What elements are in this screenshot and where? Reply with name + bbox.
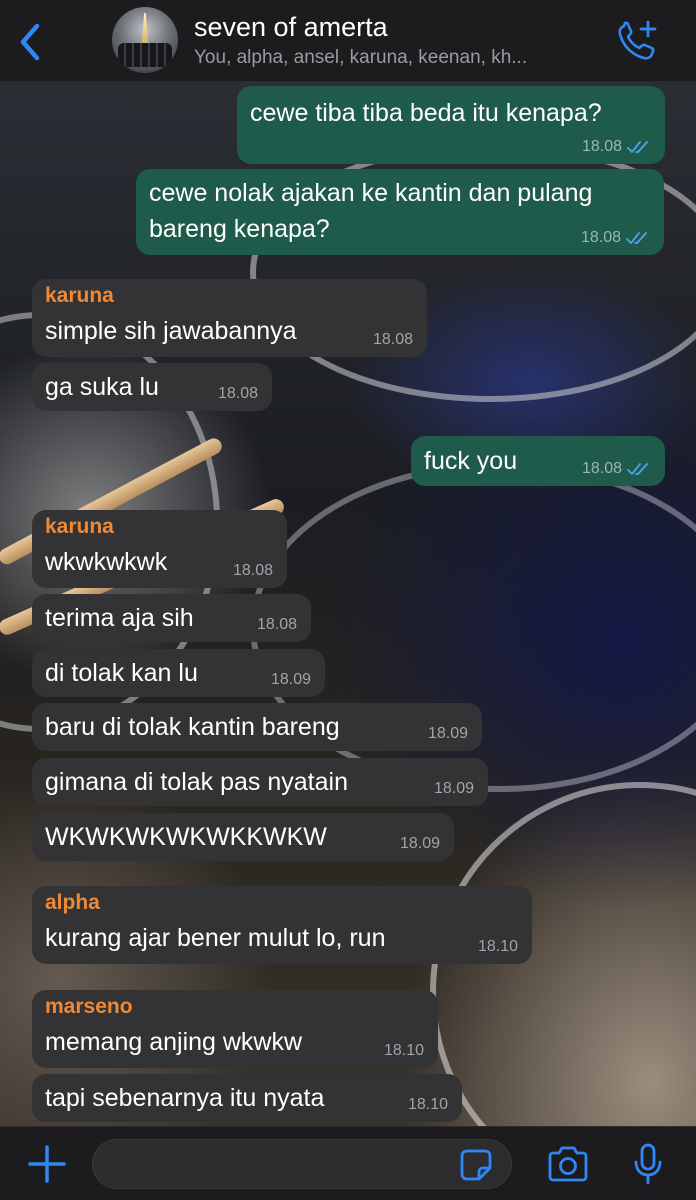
chat-participants[interactable]: You, alpha, ansel, karuna, keenan, kh... bbox=[194, 47, 604, 69]
message-time: 18.09 bbox=[270, 671, 311, 688]
message-meta: 18.08 bbox=[257, 616, 297, 634]
message-text: cewe tiba tiba beda itu kenapa? bbox=[250, 99, 602, 127]
plus-icon bbox=[28, 1145, 66, 1183]
message-time: 18.10 bbox=[477, 938, 518, 955]
message-meta: 18.09 bbox=[271, 671, 311, 689]
message-text: WKWKWKWKWKKWKW bbox=[45, 823, 327, 851]
message-text: memang anjing wkwkw bbox=[45, 1028, 303, 1056]
incoming-message[interactable]: WKWKWKWKWKKWKW 18.09 bbox=[32, 813, 454, 861]
incoming-message[interactable]: baru di tolak kantin bareng 18.09 bbox=[32, 703, 482, 751]
message-meta: 18.08 bbox=[373, 331, 413, 349]
message-meta: 18.10 bbox=[384, 1042, 424, 1060]
read-ticks-icon bbox=[627, 141, 648, 153]
message-text: ga suka lu bbox=[45, 373, 159, 401]
message-text: terima aja sih bbox=[45, 604, 194, 632]
message-time: 18.09 bbox=[433, 780, 474, 797]
message-text: wkwkwkwk bbox=[45, 548, 168, 576]
avatar-photo-detail bbox=[118, 43, 172, 67]
back-button[interactable] bbox=[10, 20, 50, 64]
incoming-message[interactable]: alpha kurang ajar bener mulut lo, run 18… bbox=[32, 886, 532, 964]
message-text: tapi sebenarnya itu nyata bbox=[45, 1084, 325, 1112]
message-meta: 18.09 bbox=[400, 835, 440, 853]
sender-name[interactable]: marseno bbox=[45, 994, 133, 1020]
message-meta: 18.08 bbox=[218, 385, 258, 403]
microphone-button[interactable] bbox=[626, 1139, 670, 1189]
message-time: 18.08 bbox=[232, 562, 273, 579]
message-input[interactable] bbox=[92, 1139, 512, 1189]
message-text: cewe nolak ajakan ke kantin dan pulang bbox=[149, 179, 593, 207]
message-time: 18.10 bbox=[407, 1096, 448, 1113]
message-time: 18.08 bbox=[580, 229, 621, 246]
sender-name[interactable]: karuna bbox=[45, 283, 114, 309]
message-text: simple sih jawabannya bbox=[45, 317, 297, 345]
message-meta: 18.10 bbox=[408, 1096, 448, 1114]
read-ticks-icon bbox=[626, 232, 647, 244]
phone-plus-icon bbox=[618, 20, 657, 60]
message-composer-bar bbox=[0, 1126, 696, 1200]
message-text: di tolak kan lu bbox=[45, 659, 198, 687]
message-meta: 18.09 bbox=[428, 725, 468, 743]
message-time: 18.09 bbox=[399, 835, 440, 852]
microphone-icon bbox=[634, 1143, 662, 1185]
outgoing-message[interactable]: fuck you 18.08 bbox=[411, 436, 665, 486]
message-text: gimana di tolak pas nyatain bbox=[45, 768, 348, 796]
message-time: 18.08 bbox=[581, 460, 622, 477]
chat-title[interactable]: seven of amerta bbox=[194, 12, 388, 43]
message-time: 18.08 bbox=[256, 616, 297, 633]
incoming-message[interactable]: ga suka lu 18.08 bbox=[32, 363, 272, 411]
message-meta: 18.08 bbox=[233, 562, 273, 580]
sticker-icon bbox=[460, 1149, 492, 1181]
incoming-message[interactable]: tapi sebenarnya itu nyata 18.10 bbox=[32, 1074, 462, 1122]
message-meta: 18.09 bbox=[434, 780, 474, 798]
sender-name[interactable]: alpha bbox=[45, 890, 100, 916]
outgoing-message[interactable]: cewe nolak ajakan ke kantin dan pulang b… bbox=[136, 169, 664, 255]
chevron-left-icon bbox=[20, 23, 40, 61]
message-text: bareng kenapa? bbox=[149, 215, 330, 243]
message-meta: 18.08 bbox=[582, 460, 651, 478]
incoming-message[interactable]: marseno memang anjing wkwkw 18.10 bbox=[32, 990, 438, 1068]
message-time: 18.08 bbox=[372, 331, 413, 348]
message-time: 18.10 bbox=[383, 1042, 424, 1059]
camera-button[interactable] bbox=[544, 1141, 592, 1187]
read-ticks-icon bbox=[627, 463, 648, 475]
incoming-message[interactable]: gimana di tolak pas nyatain 18.09 bbox=[32, 758, 488, 806]
group-avatar[interactable] bbox=[112, 7, 178, 73]
attach-button[interactable] bbox=[22, 1139, 72, 1189]
sticker-button[interactable] bbox=[456, 1145, 496, 1185]
incoming-message[interactable]: terima aja sih 18.08 bbox=[32, 594, 311, 642]
chat-header: seven of amerta You, alpha, ansel, karun… bbox=[0, 0, 696, 82]
group-call-button[interactable] bbox=[612, 16, 664, 66]
message-meta: 18.08 bbox=[582, 138, 651, 156]
message-time: 18.08 bbox=[581, 138, 622, 155]
message-text: baru di tolak kantin bareng bbox=[45, 713, 340, 741]
message-text: kurang ajar bener mulut lo, run bbox=[45, 924, 386, 952]
message-time: 18.08 bbox=[217, 385, 258, 402]
sender-name[interactable]: karuna bbox=[45, 514, 114, 540]
incoming-message[interactable]: karuna wkwkwkwk 18.08 bbox=[32, 510, 287, 588]
incoming-message[interactable]: di tolak kan lu 18.09 bbox=[32, 649, 325, 697]
message-text: fuck you bbox=[424, 447, 518, 475]
camera-icon bbox=[548, 1146, 588, 1182]
outgoing-message[interactable]: cewe tiba tiba beda itu kenapa? 18.08 bbox=[237, 86, 665, 164]
incoming-message[interactable]: karuna simple sih jawabannya 18.08 bbox=[32, 279, 427, 357]
message-meta: 18.10 bbox=[478, 938, 518, 956]
message-time: 18.09 bbox=[427, 725, 468, 742]
message-meta: 18.08 bbox=[581, 229, 650, 247]
